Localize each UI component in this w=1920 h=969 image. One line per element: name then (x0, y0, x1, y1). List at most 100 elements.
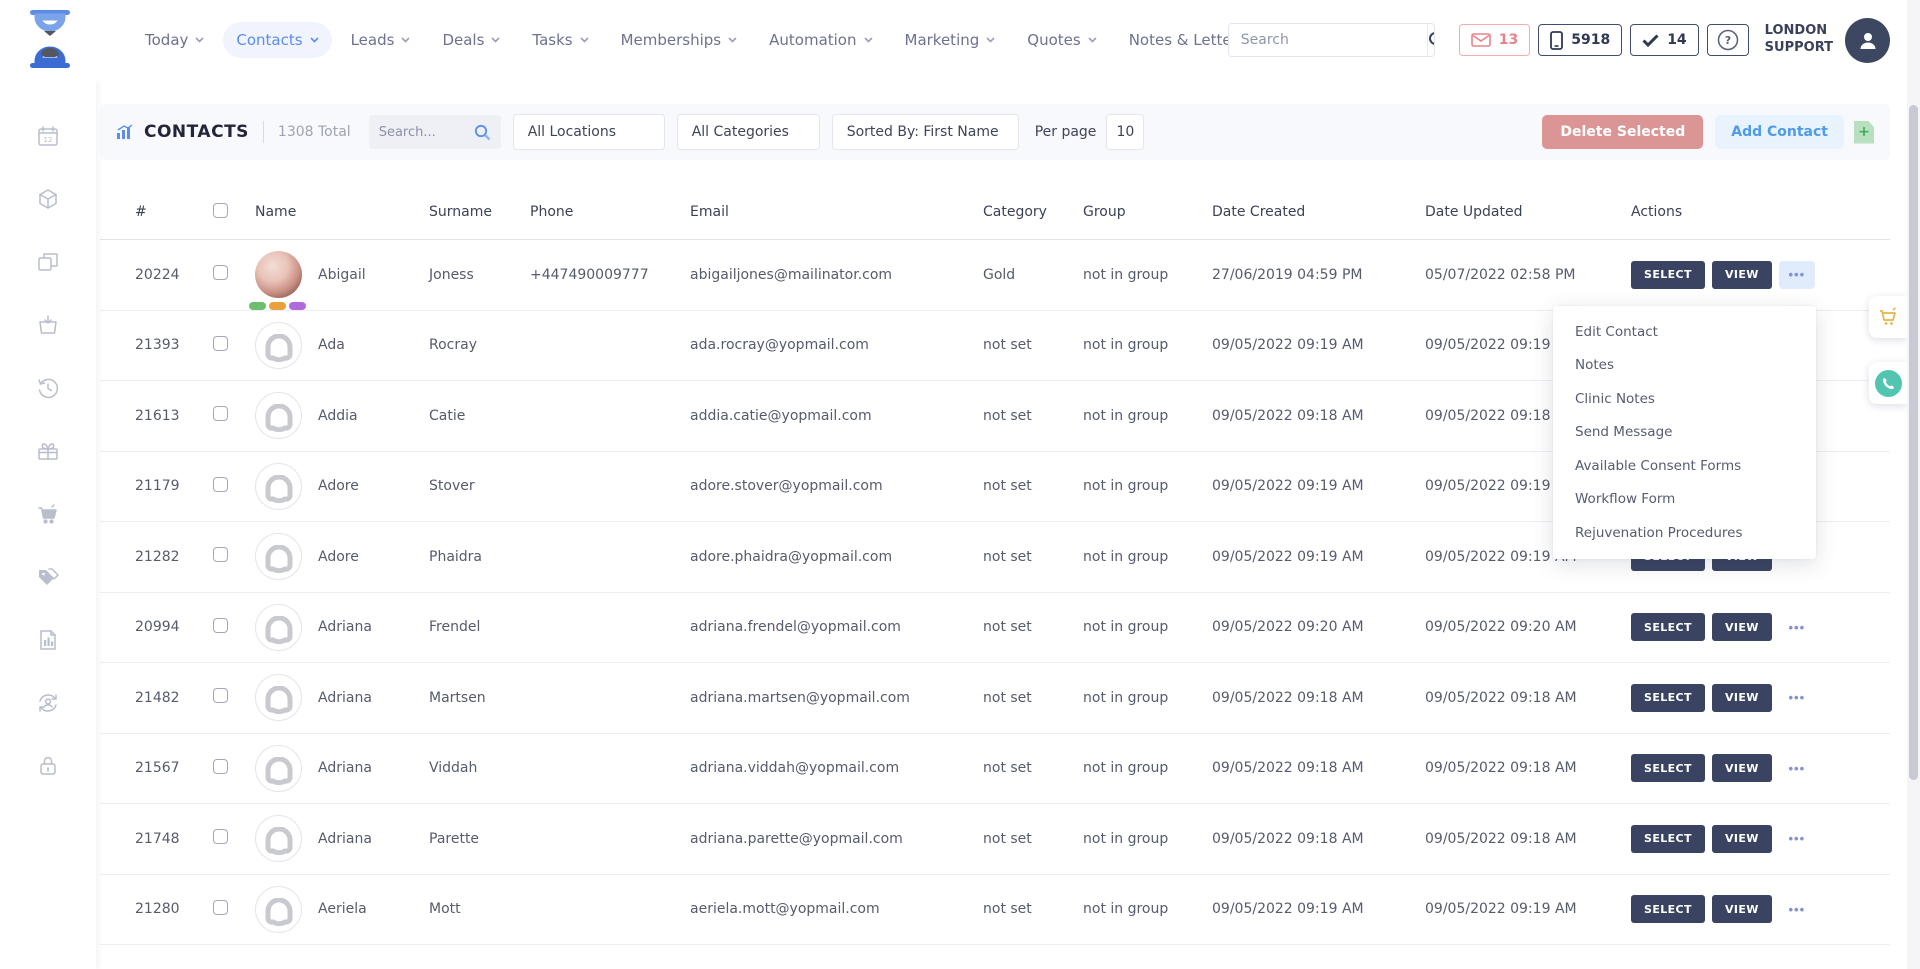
page-title: CONTACTS (144, 122, 249, 142)
row-checkbox[interactable] (213, 900, 228, 915)
row-checkbox[interactable] (213, 829, 228, 844)
sidebar-report-icon[interactable] (36, 628, 60, 652)
table-header-row: #NameSurnamePhoneEmailCategoryGroupDate … (100, 185, 1890, 240)
sidebar-basket-icon[interactable] (36, 313, 60, 337)
select-button[interactable]: SELECT (1631, 684, 1705, 712)
contact-group: not in group (1083, 408, 1212, 424)
sidebar-price-tags-icon[interactable] (36, 565, 60, 589)
contact-first-name: Adore (318, 549, 359, 565)
contact-photo-avatar[interactable] (255, 251, 302, 298)
contact-default-avatar[interactable] (255, 604, 302, 651)
sort-filter[interactable]: Sorted By: First Name (832, 114, 1019, 150)
sidebar-lock-icon[interactable] (36, 754, 60, 778)
more-actions-button[interactable]: ••• (1779, 613, 1815, 641)
add-contact-button[interactable]: Add Contact (1715, 115, 1844, 149)
row-checkbox[interactable] (213, 336, 228, 351)
mail-badge[interactable]: 13 (1459, 24, 1530, 56)
nav-item-marketing[interactable]: Marketing (892, 22, 1009, 58)
nav-item-leads[interactable]: Leads (338, 22, 424, 58)
location-filter[interactable]: All Locations (513, 114, 665, 150)
contact-default-avatar[interactable] (255, 674, 302, 721)
menu-item-clinic-notes[interactable]: Clinic Notes (1553, 382, 1816, 416)
contact-default-avatar[interactable] (255, 815, 302, 862)
nav-item-automation[interactable]: Automation (756, 22, 885, 58)
contact-default-avatar[interactable] (255, 463, 302, 510)
contact-default-avatar[interactable] (255, 392, 302, 439)
row-checkbox[interactable] (213, 688, 228, 703)
global-search-input[interactable] (1229, 24, 1427, 56)
contact-surname: Stover (429, 478, 530, 494)
view-button[interactable]: VIEW (1712, 754, 1772, 782)
view-button[interactable]: VIEW (1712, 895, 1772, 923)
select-button[interactable]: SELECT (1631, 613, 1705, 641)
contact-default-avatar[interactable] (255, 745, 302, 792)
view-button[interactable]: VIEW (1712, 261, 1772, 289)
sidebar-calendar-icon[interactable]: 12 (36, 124, 60, 148)
view-button[interactable]: VIEW (1712, 613, 1772, 641)
help-badge[interactable]: ? (1707, 24, 1749, 56)
user-avatar-button[interactable] (1845, 18, 1890, 63)
sidebar-history-icon[interactable] (36, 376, 60, 400)
more-actions-button[interactable]: ••• (1779, 895, 1815, 923)
select-button[interactable]: SELECT (1631, 754, 1705, 782)
menu-item-send-message[interactable]: Send Message (1553, 416, 1816, 450)
cart-float-button[interactable] (1869, 296, 1907, 338)
nav-item-memberships[interactable]: Memberships (608, 22, 751, 58)
row-checkbox[interactable] (213, 547, 228, 562)
more-actions-button[interactable]: ••• (1779, 754, 1815, 782)
sidebar-copy-icon[interactable] (36, 250, 60, 274)
row-checkbox[interactable] (213, 618, 228, 633)
contact-row: 21748AdrianaParetteadriana.parette@yopma… (100, 804, 1890, 875)
menu-item-available-consent-forms[interactable]: Available Consent Forms (1553, 449, 1816, 483)
sidebar-account-sync-icon[interactable] (36, 691, 60, 715)
contact-default-avatar[interactable] (255, 322, 302, 369)
row-checkbox[interactable] (213, 477, 228, 492)
select-button[interactable]: SELECT (1631, 261, 1705, 289)
select-all-checkbox[interactable] (213, 203, 228, 218)
menu-item-edit-contact[interactable]: Edit Contact (1553, 315, 1816, 349)
default-avatar-icon (260, 898, 298, 932)
menu-item-rejuvenation-procedures[interactable]: Rejuvenation Procedures (1553, 516, 1816, 550)
app-logo[interactable] (24, 9, 76, 69)
sidebar-package-icon[interactable] (36, 187, 60, 211)
price-tags-icon (36, 565, 60, 589)
menu-item-workflow-form[interactable]: Workflow Form (1553, 483, 1816, 517)
history-icon (36, 376, 60, 400)
search-icon[interactable] (1427, 24, 1435, 56)
sidebar-gift-icon[interactable] (36, 439, 60, 463)
view-button[interactable]: VIEW (1712, 684, 1772, 712)
phone-badge[interactable]: 5918 (1538, 24, 1622, 56)
tasks-badge[interactable]: 14 (1630, 24, 1698, 56)
row-checkbox[interactable] (213, 406, 228, 421)
row-checkbox[interactable] (213, 265, 228, 280)
call-float-button[interactable] (1869, 362, 1907, 404)
row-id: 21393 (135, 337, 213, 353)
nav-item-today[interactable]: Today (132, 22, 217, 58)
category-filter[interactable]: All Categories (677, 114, 820, 150)
contacts-search-input[interactable] (379, 125, 468, 140)
more-actions-button[interactable]: ••• (1779, 684, 1815, 712)
default-avatar-icon (260, 475, 298, 509)
nav-item-deals[interactable]: Deals (429, 22, 513, 58)
nav-item-tasks[interactable]: Tasks (519, 22, 601, 58)
more-actions-button[interactable]: ••• (1779, 261, 1815, 289)
sidebar-cart-icon[interactable] (36, 502, 60, 526)
contact-default-avatar[interactable] (255, 533, 302, 580)
view-button[interactable]: VIEW (1712, 825, 1772, 853)
menu-item-notes[interactable]: Notes (1553, 349, 1816, 383)
per-page-selector[interactable]: 10 (1106, 114, 1144, 150)
default-avatar-icon (260, 757, 298, 791)
more-actions-button[interactable]: ••• (1779, 825, 1815, 853)
row-id: 20994 (135, 619, 213, 635)
row-checkbox[interactable] (213, 759, 228, 774)
contact-default-avatar[interactable] (255, 886, 302, 933)
select-button[interactable]: SELECT (1631, 895, 1705, 923)
nav-item-quotes[interactable]: Quotes (1014, 22, 1109, 58)
quick-add-button[interactable]: + (1854, 121, 1874, 144)
delete-selected-button[interactable]: Delete Selected (1542, 115, 1703, 149)
search-icon[interactable] (474, 124, 491, 141)
select-button[interactable]: SELECT (1631, 825, 1705, 853)
chevron-down-icon (728, 37, 737, 43)
nav-item-contacts[interactable]: Contacts (223, 22, 331, 58)
scrollbar-thumb[interactable] (1909, 105, 1918, 780)
